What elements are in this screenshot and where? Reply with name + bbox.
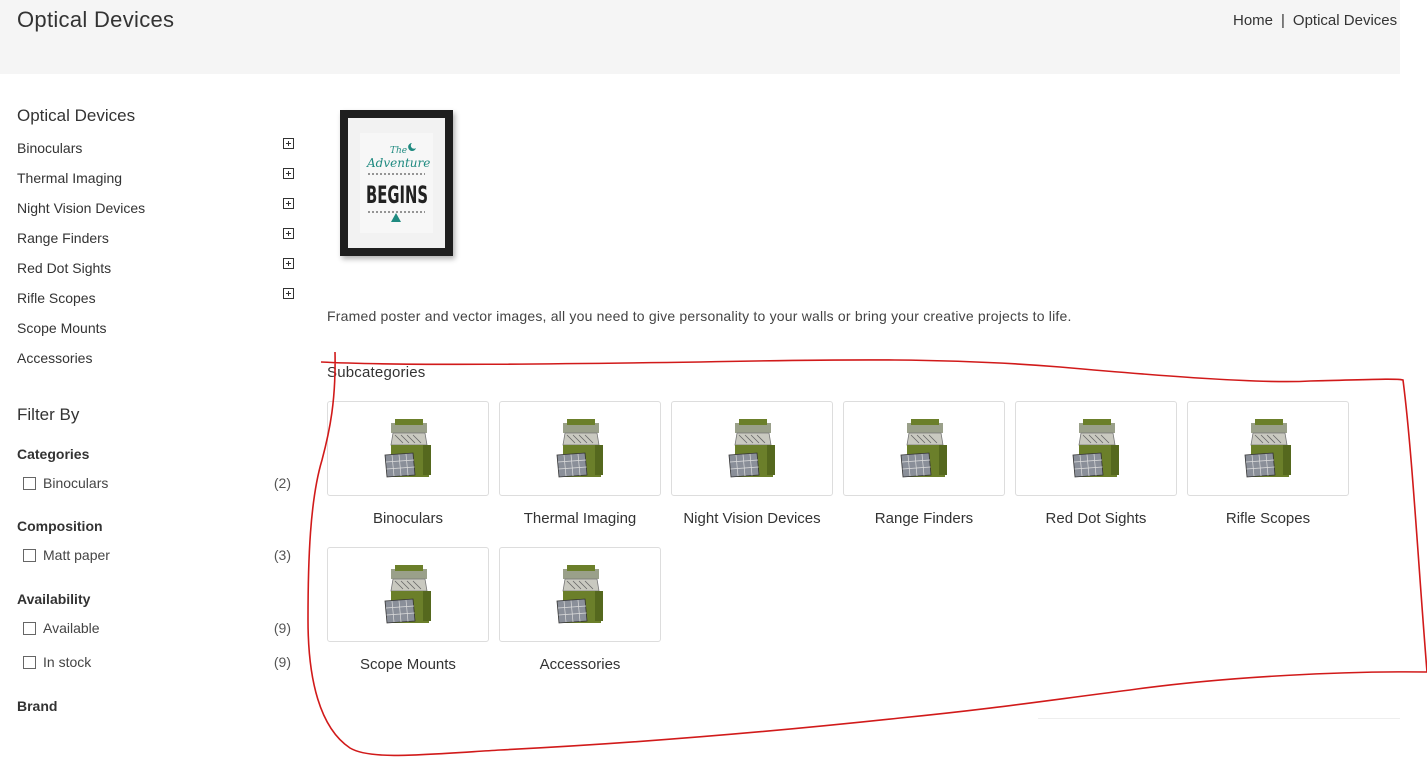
subcategory-thumbnail[interactable]	[499, 547, 661, 642]
subcategory-label[interactable]: Scope Mounts	[327, 656, 489, 673]
subcategory-card-thermal-imaging[interactable]: Thermal Imaging	[499, 401, 661, 527]
sidebar-item-scope-mounts[interactable]: Scope Mounts	[17, 318, 297, 348]
product-thumbnail-icon	[556, 565, 603, 624]
checkbox[interactable]	[23, 549, 36, 562]
expand-plus-icon[interactable]	[283, 228, 294, 239]
sidebar-item-label[interactable]: Binoculars	[17, 140, 82, 156]
sidebar-item-rifle-scopes[interactable]: Rifle Scopes	[17, 288, 297, 318]
poster-text-adventure: Adventure	[366, 156, 430, 170]
subcategory-label[interactable]: Night Vision Devices	[671, 510, 833, 527]
product-thumbnail-icon	[556, 419, 603, 478]
sidebar-item-label[interactable]: Thermal Imaging	[17, 170, 122, 186]
facet-option-available[interactable]: Available (9)	[23, 620, 291, 640]
sidebar-item-label[interactable]: Rifle Scopes	[17, 290, 96, 306]
breadcrumb-separator: |	[1281, 12, 1285, 29]
expand-plus-icon[interactable]	[283, 138, 294, 149]
category-banner-image: The Adventure BEGINS	[340, 110, 453, 256]
product-thumbnail-icon	[1244, 419, 1291, 478]
facet-option-count: (9)	[273, 620, 291, 636]
filter-by-title: Filter By	[17, 405, 80, 424]
checkbox[interactable]	[23, 622, 36, 635]
subcategory-thumbnail[interactable]	[843, 401, 1005, 496]
breadcrumb: Home | Optical Devices	[1233, 12, 1400, 29]
sidebar-item-red-dot-sights[interactable]: Red Dot Sights	[17, 258, 297, 288]
facet-option-count: (9)	[273, 654, 291, 670]
sidebar-item-thermal-imaging[interactable]: Thermal Imaging	[17, 168, 297, 198]
facet-option-label: Available	[43, 620, 100, 636]
category-description: Framed poster and vector images, all you…	[327, 308, 1072, 324]
subcategory-card-red-dot-sights[interactable]: Red Dot Sights	[1015, 401, 1177, 527]
sidebar-item-binoculars[interactable]: Binoculars	[17, 138, 297, 168]
sidebar-item-label[interactable]: Night Vision Devices	[17, 200, 145, 216]
poster-mat: The Adventure BEGINS	[348, 118, 445, 248]
subcategory-thumbnail[interactable]	[1187, 401, 1349, 496]
subcategory-card-accessories[interactable]: Accessories	[499, 547, 661, 673]
subcategory-card-night-vision-devices[interactable]: Night Vision Devices	[671, 401, 833, 527]
subcategories-heading: Subcategories	[327, 364, 426, 381]
sidebar-item-label[interactable]: Scope Mounts	[17, 320, 107, 336]
page-header: Optical Devices Home | Optical Devices	[0, 0, 1400, 74]
poster-art: The Adventure BEGINS	[360, 133, 433, 233]
subcategory-label[interactable]: Binoculars	[327, 510, 489, 527]
facet-title-categories: Categories	[17, 446, 90, 462]
subcategory-label[interactable]: Accessories	[499, 656, 661, 673]
subcategory-card-range-finders[interactable]: Range Finders	[843, 401, 1005, 527]
breadcrumb-current[interactable]: Optical Devices	[1293, 12, 1397, 29]
red-annotation-outline	[307, 351, 1427, 757]
sidebar-item-range-finders[interactable]: Range Finders	[17, 228, 297, 258]
sidebar-item-night-vision-devices[interactable]: Night Vision Devices	[17, 198, 297, 228]
facet-title-brand[interactable]: Brand	[17, 698, 57, 714]
subcategory-card-rifle-scopes[interactable]: Rifle Scopes	[1187, 401, 1349, 527]
product-thumbnail-icon	[384, 565, 431, 624]
expand-plus-icon[interactable]	[283, 168, 294, 179]
facet-title-composition: Composition	[17, 518, 103, 534]
facet-option-count: (3)	[273, 547, 291, 563]
subcategory-thumbnail[interactable]	[327, 547, 489, 642]
page-title: Optical Devices	[17, 7, 175, 32]
expand-plus-icon[interactable]	[283, 198, 294, 209]
checkbox[interactable]	[23, 656, 36, 669]
product-thumbnail-icon	[900, 419, 947, 478]
sidebar-item-label[interactable]: Red Dot Sights	[17, 260, 111, 276]
subcategory-label[interactable]: Rifle Scopes	[1187, 510, 1349, 527]
facet-option-in-stock[interactable]: In stock (9)	[23, 654, 291, 674]
subcategory-card-scope-mounts[interactable]: Scope Mounts	[327, 547, 489, 673]
poster-text-the: The	[390, 146, 407, 156]
breadcrumb-home-link[interactable]: Home	[1233, 12, 1273, 29]
subcategory-thumbnail[interactable]	[499, 401, 661, 496]
facet-title-availability: Availability	[17, 591, 91, 607]
subcategory-thumbnail[interactable]	[671, 401, 833, 496]
category-list: Binoculars Thermal Imaging Night Vision …	[17, 138, 297, 378]
product-thumbnail-icon	[1072, 419, 1119, 478]
facet-option-label: In stock	[43, 654, 92, 670]
subcategory-label[interactable]: Range Finders	[843, 510, 1005, 527]
checkbox[interactable]	[23, 477, 36, 490]
subcategory-card-binoculars[interactable]: Binoculars	[327, 401, 489, 527]
subcategory-thumbnail[interactable]	[1015, 401, 1177, 496]
sidebar-item-label[interactable]: Accessories	[17, 350, 92, 366]
sidebar-item-label[interactable]: Range Finders	[17, 230, 109, 246]
divider	[1038, 718, 1400, 719]
product-thumbnail-icon	[384, 419, 431, 478]
sidebar-title: Optical Devices	[17, 106, 136, 125]
facet-option-binoculars[interactable]: Binoculars (2)	[23, 475, 291, 495]
facet-option-matt-paper[interactable]: Matt paper (3)	[23, 547, 291, 567]
product-thumbnail-icon	[728, 419, 775, 478]
facet-option-count: (2)	[273, 475, 291, 491]
expand-plus-icon[interactable]	[283, 258, 294, 269]
facet-option-label: Binoculars	[43, 475, 109, 491]
sidebar-item-accessories[interactable]: Accessories	[17, 348, 297, 378]
poster-text-begins: BEGINS	[366, 181, 428, 209]
subcategory-label[interactable]: Red Dot Sights	[1015, 510, 1177, 527]
facet-option-label: Matt paper	[43, 547, 110, 563]
subcategory-thumbnail[interactable]	[327, 401, 489, 496]
expand-plus-icon[interactable]	[283, 288, 294, 299]
subcategory-label[interactable]: Thermal Imaging	[499, 510, 661, 527]
